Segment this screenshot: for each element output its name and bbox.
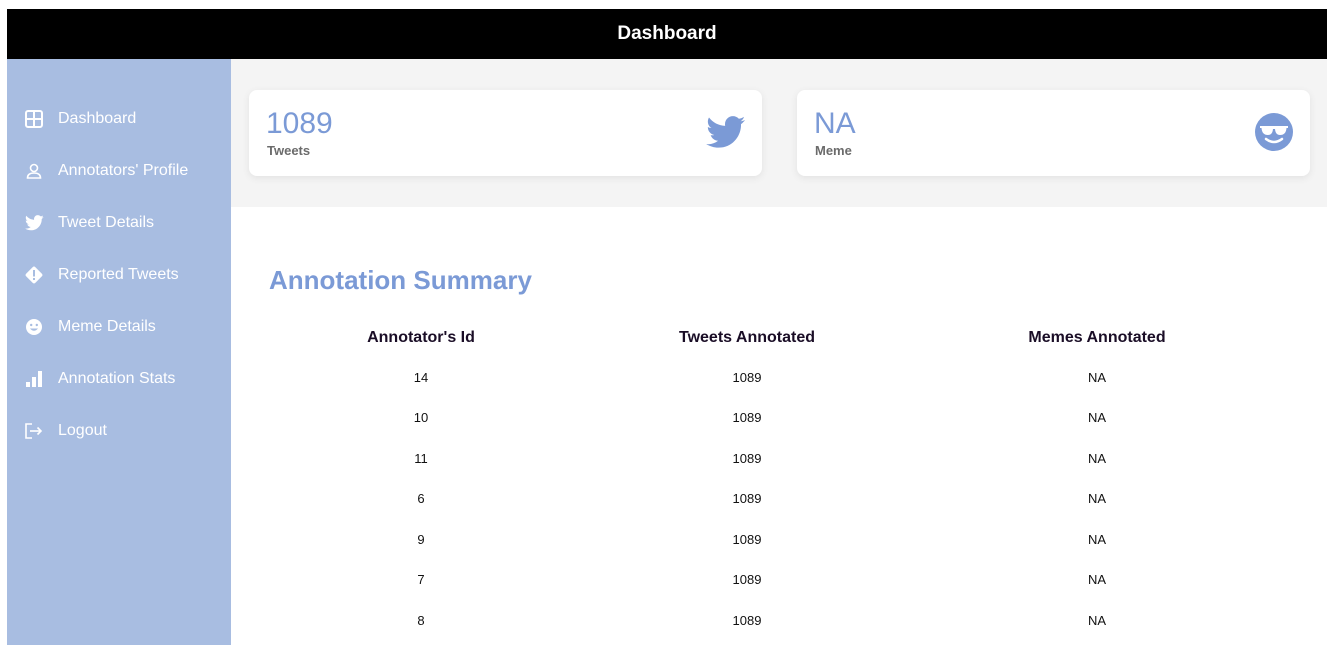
sidebar-item-label: Annotators' Profile bbox=[58, 162, 189, 179]
stats-cards-section: 1089 Tweets NA Meme bbox=[231, 59, 1327, 207]
annotator-id-cell: 6 bbox=[417, 491, 425, 507]
dashboard-page: Dashboard Dashboard Annotators' Profile bbox=[0, 0, 1327, 645]
memes-annotated-cell: NA bbox=[1087, 369, 1107, 385]
sidebar: Dashboard Annotators' Profile Tweet Deta… bbox=[7, 59, 231, 645]
memes-annotated-cell: NA bbox=[1087, 572, 1107, 588]
meme-count: NA bbox=[814, 107, 856, 140]
top-bar: Dashboard bbox=[7, 9, 1327, 59]
grid-icon bbox=[24, 109, 44, 129]
tweets-annotated-cell: 1089 bbox=[732, 369, 762, 385]
sidebar-item-reported-tweets[interactable]: Reported Tweets bbox=[7, 249, 231, 301]
sidebar-item-label: Logout bbox=[58, 422, 107, 439]
alert-diamond-icon bbox=[24, 265, 44, 285]
sidebar-item-label: Tweet Details bbox=[58, 214, 155, 231]
memes-annotated-cell: NA bbox=[1087, 491, 1107, 507]
tweets-label: Tweets bbox=[267, 143, 311, 158]
memes-annotated-cell: NA bbox=[1087, 410, 1107, 426]
tweets-annotated-cell: 1089 bbox=[732, 531, 762, 547]
tweets-count: 1089 bbox=[266, 107, 333, 140]
sidebar-item-annotation-stats[interactable]: Annotation Stats bbox=[7, 353, 231, 405]
memes-annotated-cell: NA bbox=[1087, 450, 1107, 466]
sidebar-item-tweet-details[interactable]: Tweet Details bbox=[7, 197, 231, 249]
user-icon bbox=[24, 161, 44, 181]
sunglasses-face-icon bbox=[1254, 112, 1294, 152]
tweets-annotated-cell: 1089 bbox=[732, 450, 762, 466]
twitter-icon bbox=[24, 213, 44, 233]
table-row: 9 1089 NA bbox=[251, 519, 1291, 560]
annotator-id-cell: 11 bbox=[414, 450, 428, 466]
annotator-id-cell: 14 bbox=[413, 369, 429, 385]
tweets-annotated-cell: 1089 bbox=[732, 572, 762, 588]
tweets-annotated-cell: 1089 bbox=[732, 410, 762, 426]
meme-stat-card: NA Meme bbox=[797, 90, 1310, 176]
table-row: 14 1089 NA bbox=[251, 357, 1291, 398]
column-header: Annotator's Id bbox=[367, 329, 475, 346]
table-row: 7 1089 NA bbox=[251, 560, 1291, 601]
sidebar-item-label: Annotation Stats bbox=[58, 370, 176, 387]
meme-label: Meme bbox=[815, 143, 852, 158]
sidebar-item-label: Meme Details bbox=[58, 318, 156, 335]
annotator-id-cell: 10 bbox=[413, 410, 429, 426]
tweets-annotated-cell: 1089 bbox=[732, 612, 762, 628]
tweets-stat-card: 1089 Tweets bbox=[249, 90, 762, 176]
bar-chart-icon bbox=[24, 369, 44, 389]
logout-icon bbox=[24, 421, 44, 441]
sidebar-item-label: Reported Tweets bbox=[58, 266, 179, 283]
section-title: Annotation Summary bbox=[269, 265, 532, 295]
annotator-id-cell: 9 bbox=[417, 531, 425, 547]
sidebar-item-meme-details[interactable]: Meme Details bbox=[7, 301, 231, 353]
sidebar-item-label: Dashboard bbox=[58, 110, 137, 127]
annotator-id-cell: 7 bbox=[417, 572, 425, 588]
table-row: 6 1089 NA bbox=[251, 479, 1291, 520]
twitter-icon bbox=[706, 112, 746, 152]
table-row: 11 1089 NA bbox=[251, 438, 1291, 479]
memes-annotated-cell: NA bbox=[1087, 531, 1107, 547]
page-title: Dashboard bbox=[617, 23, 717, 44]
column-header: Memes Annotated bbox=[1028, 329, 1166, 346]
memes-annotated-cell: NA bbox=[1087, 612, 1107, 628]
table-row: 10 1089 NA bbox=[251, 398, 1291, 439]
tweets-annotated-cell: 1089 bbox=[732, 491, 762, 507]
smiley-icon bbox=[24, 317, 44, 337]
column-header: Tweets Annotated bbox=[678, 329, 815, 346]
sidebar-item-annotators-profile[interactable]: Annotators' Profile bbox=[7, 145, 231, 197]
sidebar-item-dashboard[interactable]: Dashboard bbox=[7, 93, 231, 145]
annotation-summary-table: Annotator's Id Tweets Annotated Memes An… bbox=[251, 319, 1291, 641]
sidebar-item-logout[interactable]: Logout bbox=[7, 405, 231, 457]
table-header-row: Annotator's Id Tweets Annotated Memes An… bbox=[251, 319, 1291, 357]
annotator-id-cell: 8 bbox=[417, 612, 425, 628]
table-row: 8 1089 NA bbox=[251, 600, 1291, 641]
